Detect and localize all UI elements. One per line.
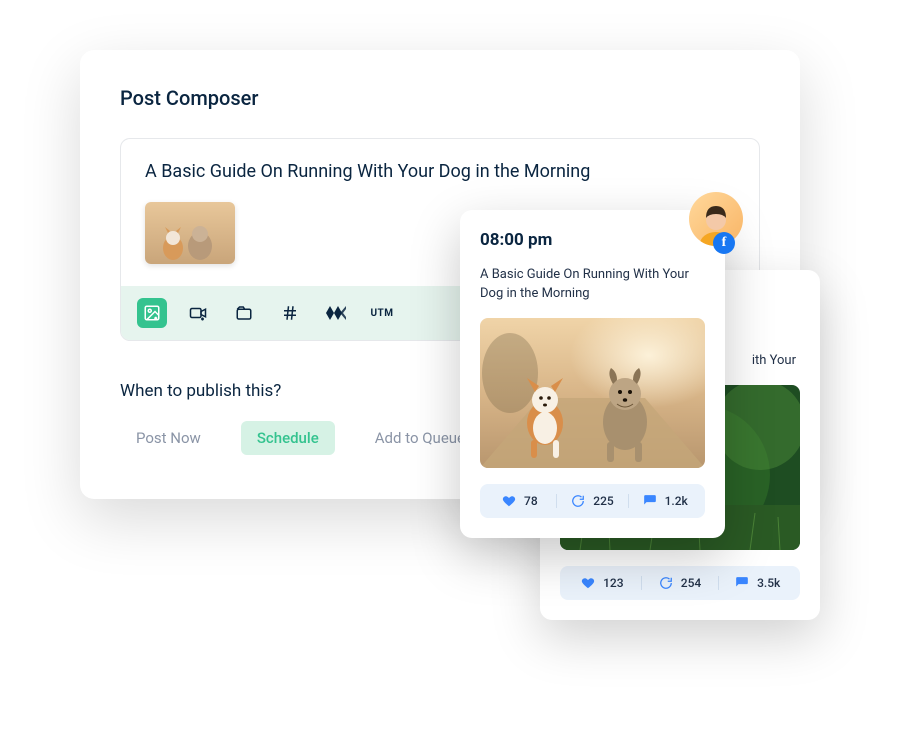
attached-image-thumb[interactable] xyxy=(145,202,235,264)
stat-shares: 225 xyxy=(557,494,630,508)
page-title: Post Composer xyxy=(120,86,760,110)
post-title-input[interactable]: A Basic Guide On Running With Your Dog i… xyxy=(121,139,759,198)
publish-option-now[interactable]: Post Now xyxy=(120,421,217,455)
preview-back-stats: 123 254 3.5k xyxy=(560,566,800,600)
stat-likes: 78 xyxy=(484,494,557,508)
preview-front-stats: 78 225 1.2k xyxy=(480,484,705,518)
stat-shares: 254 xyxy=(642,576,720,590)
add-image-button[interactable] xyxy=(137,298,167,328)
stat-comments: 1.2k xyxy=(629,494,701,508)
media-library-button[interactable] xyxy=(229,298,259,328)
preview-front-title: A Basic Guide On Running With Your Dog i… xyxy=(480,266,705,304)
hashtag-button[interactable] xyxy=(275,298,305,328)
utm-button[interactable]: UTM xyxy=(367,298,397,328)
stat-likes: 123 xyxy=(564,576,642,590)
publish-option-schedule[interactable]: Schedule xyxy=(241,421,335,455)
add-video-button[interactable] xyxy=(183,298,213,328)
preview-front-image xyxy=(480,318,705,468)
facebook-icon: f xyxy=(713,232,735,254)
stat-comments: 3.5k xyxy=(719,576,796,590)
preview-front-time: 08:00 pm xyxy=(480,230,705,250)
integration-button[interactable] xyxy=(321,298,351,328)
preview-card-front: f 08:00 pm A Basic Guide On Running With… xyxy=(460,210,725,538)
